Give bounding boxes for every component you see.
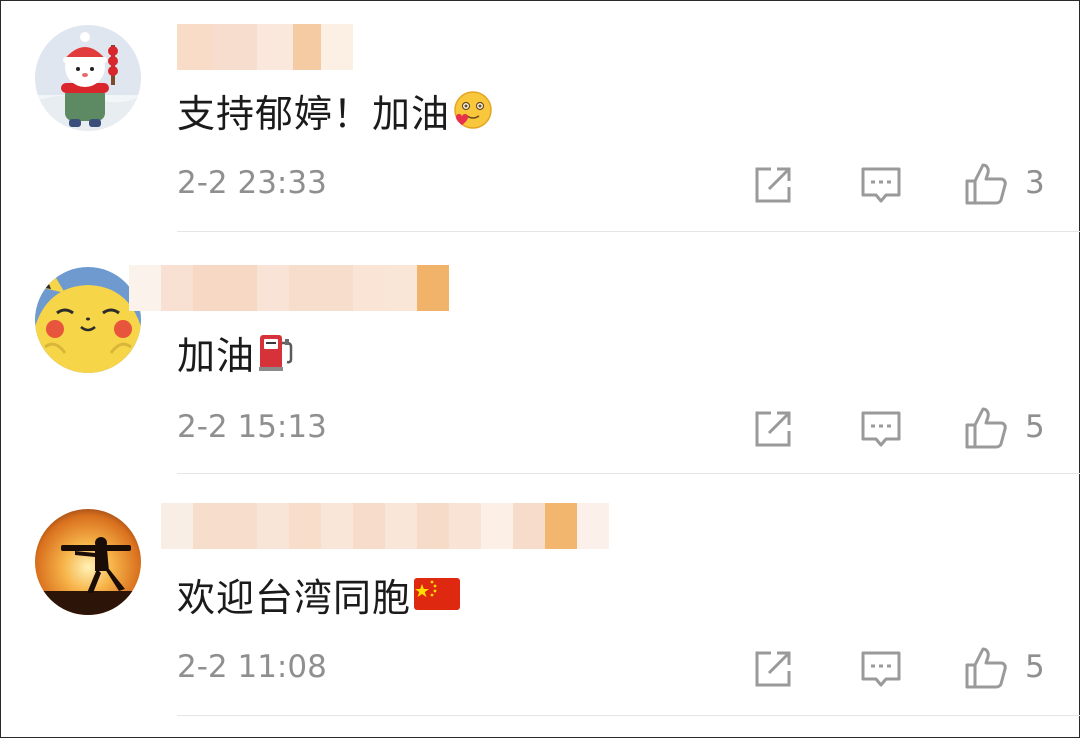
like-count: 5: [1025, 649, 1045, 685]
reply-button[interactable]: [859, 647, 903, 691]
comment-item: 加油 2-2 15:13 5: [1, 243, 1080, 483]
china-flag-emoji: [413, 576, 461, 612]
share-icon: [755, 167, 791, 203]
soldier-silhouette-avatar: [35, 509, 141, 615]
avatar[interactable]: [35, 267, 141, 373]
fuel-pump-emoji: [257, 331, 297, 373]
username-redacted[interactable]: [161, 503, 609, 549]
comment-time: 2-2 23:33: [177, 165, 327, 201]
thumbs-up-icon: [965, 163, 1007, 205]
smiling-face-with-heart-emoji: [452, 89, 494, 131]
share-icon: [755, 411, 791, 447]
thumbs-up-icon: [965, 647, 1007, 689]
reply-button[interactable]: [859, 163, 903, 207]
share-button[interactable]: [751, 163, 795, 207]
comment-icon: [861, 167, 901, 203]
pikachu-avatar: [35, 267, 141, 373]
like-button[interactable]: [963, 161, 1007, 205]
snowman-avatar: [35, 25, 141, 131]
username-redacted[interactable]: [129, 265, 449, 311]
divider: [177, 473, 1080, 474]
comment-icon: [861, 411, 901, 447]
share-button[interactable]: [751, 647, 795, 691]
comment-icon: [861, 651, 901, 687]
avatar[interactable]: [35, 509, 141, 615]
like-count: 5: [1025, 409, 1045, 445]
username-redacted[interactable]: [177, 24, 353, 70]
comment-text: 支持郁婷！加油: [177, 85, 494, 136]
like-count: 3: [1025, 165, 1045, 201]
share-icon: [755, 651, 791, 687]
comment-list: 支持郁婷！加油 2-2 23:33 3 加油 2-2 15:13 5 欢迎台湾同…: [0, 0, 1080, 738]
avatar[interactable]: [35, 25, 141, 131]
divider: [177, 231, 1080, 232]
thumbs-up-icon: [965, 407, 1007, 449]
like-button[interactable]: [963, 405, 1007, 449]
comment-text: 欢迎台湾同胞: [177, 569, 461, 620]
comment-time: 2-2 11:08: [177, 649, 327, 685]
reply-button[interactable]: [859, 407, 903, 451]
comment-item: 欢迎台湾同胞 2-2 11:08 5: [1, 485, 1080, 725]
share-button[interactable]: [751, 407, 795, 451]
comment-text: 加油: [177, 327, 297, 378]
like-button[interactable]: [963, 645, 1007, 689]
divider: [177, 715, 1080, 716]
comment-item: 支持郁婷！加油 2-2 23:33 3: [1, 1, 1080, 241]
comment-time: 2-2 15:13: [177, 409, 327, 445]
